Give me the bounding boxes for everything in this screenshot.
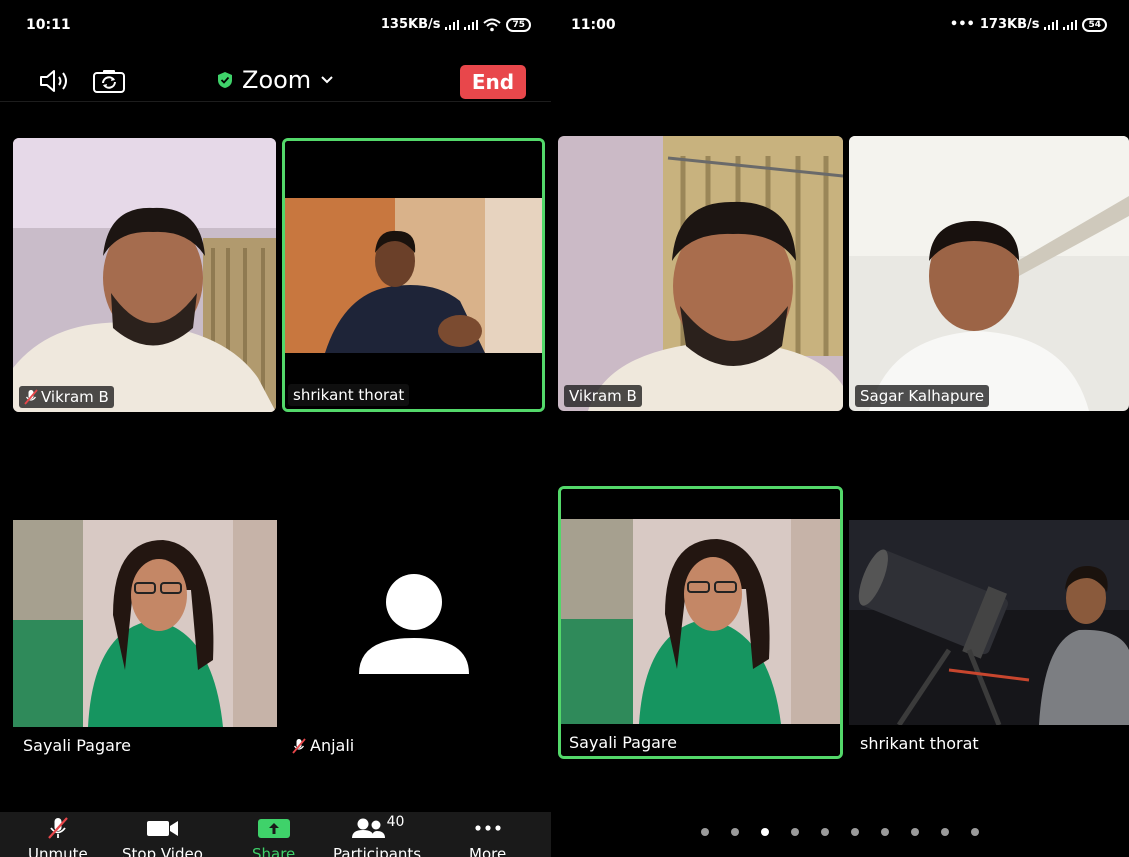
page-dot[interactable] (791, 828, 799, 836)
participant-video-tile[interactable]: Sagar Kalhapure (849, 136, 1129, 411)
share-button[interactable]: Share (252, 816, 295, 857)
meeting-toolbar: Unmute Stop Video Share 40 Participants … (0, 812, 551, 857)
participant-name-label: Sayali Pagare (23, 736, 131, 755)
status-bar: 11:00 ••• 173KB/s 54 (551, 10, 1129, 36)
participant-name: Vikram B (569, 387, 637, 405)
zoom-meeting-screen-left: 10:11 135KB/s 75 Zoom End Vikram B shrik… (0, 0, 551, 857)
participant-name: shrikant thorat (293, 386, 405, 404)
participant-video (558, 136, 843, 411)
participant-video (13, 138, 276, 412)
end-meeting-button[interactable]: End (460, 65, 526, 99)
page-dot[interactable] (941, 828, 949, 836)
network-speed: 135KB/s (380, 17, 441, 32)
chevron-down-icon (321, 76, 333, 84)
participant-video-tile-active[interactable]: shrikant thorat (282, 138, 545, 412)
participant-name-tag: Vikram B (564, 385, 642, 407)
participant-name: Sagar Kalhapure (860, 387, 985, 405)
participants-icon (351, 818, 385, 838)
page-dot[interactable] (971, 828, 979, 836)
participant-name-label: Sayali Pagare (569, 733, 677, 752)
share-screen-icon (257, 819, 290, 838)
page-dot[interactable] (881, 828, 889, 836)
signal-icon (445, 19, 460, 30)
more-notifications-icon: ••• (949, 17, 975, 32)
participant-name-tag: Vikram B (19, 386, 114, 408)
stop-video-button[interactable]: Stop Video (122, 816, 203, 857)
battery-indicator: 54 (1082, 17, 1107, 32)
signal-icon (1044, 19, 1059, 30)
participant-video (13, 520, 277, 727)
wifi-icon (483, 18, 502, 31)
participant-video-off-tile[interactable] (285, 520, 549, 727)
page-dot[interactable] (911, 828, 919, 836)
more-button[interactable]: More (469, 816, 506, 857)
muted-mic-icon (48, 817, 68, 839)
share-label: Share (252, 845, 296, 857)
muted-mic-icon (24, 389, 38, 405)
participant-video-tile-active[interactable]: Sayali Pagare (558, 486, 843, 759)
signal-icon (464, 19, 479, 30)
speaker-icon[interactable] (38, 68, 72, 94)
more-dots-icon (474, 825, 501, 831)
meeting-top-bar: Zoom End (0, 60, 551, 102)
status-bar: 10:11 135KB/s 75 (0, 10, 551, 36)
participant-name: Vikram B (41, 388, 109, 406)
video-camera-icon (147, 821, 179, 836)
page-dot[interactable] (701, 828, 709, 836)
status-time: 10:11 (26, 17, 71, 33)
signal-icon (1063, 19, 1078, 30)
page-indicator[interactable] (701, 828, 979, 836)
participant-name-label: shrikant thorat (860, 734, 979, 753)
participant-video-tile[interactable] (849, 520, 1129, 725)
status-indicators: 135KB/s 75 (381, 17, 531, 32)
status-indicators: ••• 173KB/s 54 (950, 17, 1107, 32)
meeting-title: Zoom (242, 66, 312, 94)
unmute-button[interactable]: Unmute (28, 816, 88, 857)
zoom-meeting-screen-right: 11:00 ••• 173KB/s 54 Vikram B Sagar Kalh… (551, 0, 1129, 857)
participant-video (849, 136, 1129, 411)
stop-video-label: Stop Video (122, 845, 203, 857)
switch-camera-icon[interactable] (92, 68, 126, 94)
participant-name-tag: Sagar Kalhapure (855, 385, 990, 407)
participants-count: 40 (386, 814, 405, 830)
participant-video (849, 520, 1129, 725)
participant-name-tag: shrikant thorat (288, 384, 410, 406)
battery-indicator: 75 (506, 17, 531, 32)
network-speed: 173KB/s (979, 17, 1040, 32)
participant-name-label: Anjali (292, 736, 354, 755)
avatar-placeholder-icon (359, 574, 469, 674)
status-time: 11:00 (571, 17, 616, 33)
participant-video-tile[interactable]: Vikram B (13, 138, 276, 412)
participants-button[interactable]: 40 Participants (333, 814, 422, 857)
participant-video-tile[interactable] (13, 520, 277, 727)
muted-mic-icon (292, 737, 306, 754)
page-dot-current[interactable] (761, 828, 769, 836)
participant-video (561, 489, 840, 756)
more-label: More (469, 845, 507, 857)
shield-icon (218, 72, 232, 88)
participant-name: Anjali (310, 736, 355, 755)
page-dot[interactable] (851, 828, 859, 836)
participant-video-tile[interactable]: Vikram B (558, 136, 843, 411)
participant-video (285, 141, 542, 409)
page-dot[interactable] (731, 828, 739, 836)
meeting-title-dropdown[interactable]: Zoom (216, 66, 333, 94)
page-dot[interactable] (821, 828, 829, 836)
participants-label: Participants (333, 845, 422, 857)
unmute-label: Unmute (28, 845, 88, 857)
